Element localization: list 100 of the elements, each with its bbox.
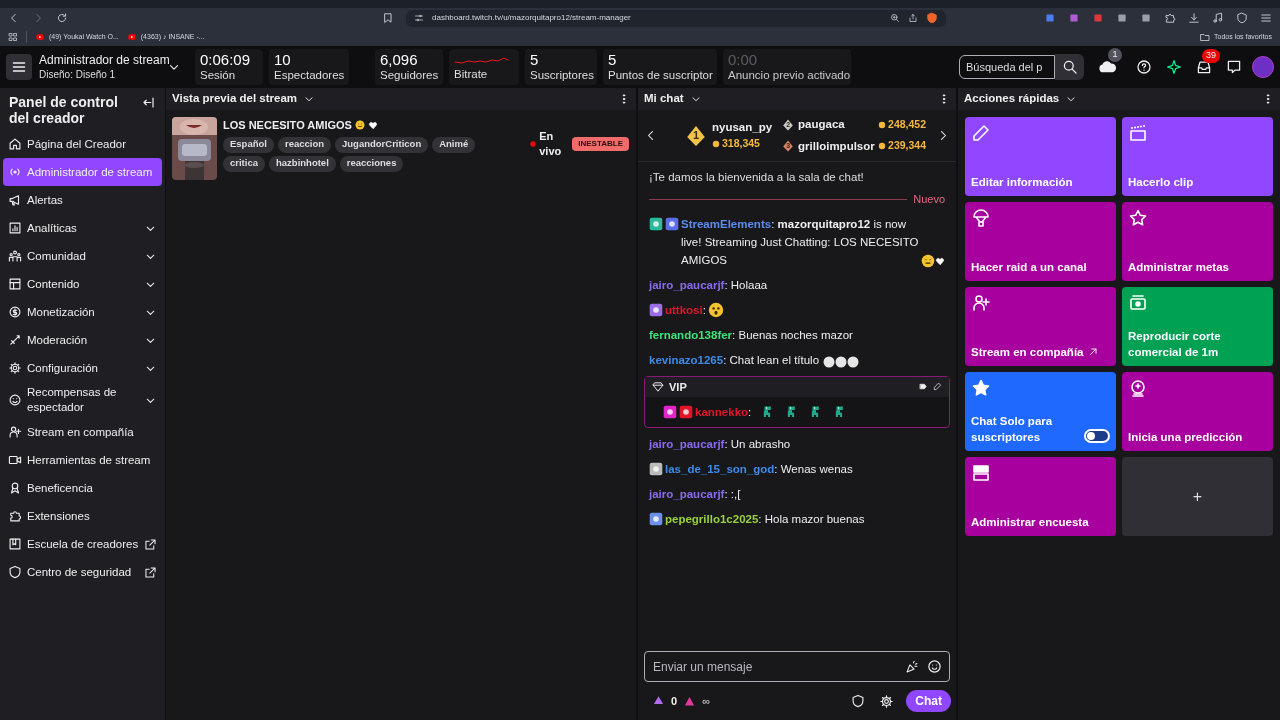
zoom-icon[interactable] xyxy=(890,13,900,23)
quick-action-tile[interactable]: Editar información xyxy=(965,117,1116,196)
bits-icon[interactable] xyxy=(683,694,697,708)
leaderboard-name[interactable]: nyusan_py xyxy=(712,119,773,137)
sidebar-title: Panel de control del creador xyxy=(9,94,119,126)
sparkle-icon[interactable] xyxy=(1166,59,1182,75)
avatar[interactable] xyxy=(1252,56,1274,78)
sidebar-item[interactable]: Contenido xyxy=(3,270,162,298)
chat-message: jairo_paucarjf: Un abrasho xyxy=(649,436,791,452)
sidebar-item[interactable]: Herramientas de stream xyxy=(3,446,162,474)
chat-message: kevinazo1265: Chat lean el título xyxy=(649,352,820,368)
apps-grid-icon[interactable] xyxy=(8,32,18,42)
tag-icon[interactable] xyxy=(919,382,928,392)
sidebar-item[interactable]: Escuela de creadores xyxy=(3,530,162,558)
heart-icon xyxy=(935,255,945,266)
live-dot-icon xyxy=(530,141,537,147)
action-icon xyxy=(1128,378,1148,398)
message-input[interactable]: Enviar un mensaje xyxy=(644,651,950,682)
stat-label: Seguidores xyxy=(380,68,438,82)
quick-action-tile[interactable]: Chat Solo para suscriptores xyxy=(965,372,1116,451)
emoji-icon xyxy=(354,120,365,131)
quick-action-tile[interactable]: Administrar encuesta xyxy=(965,457,1116,536)
leaderboard-name[interactable]: paugaca xyxy=(798,116,875,134)
quick-action-tile[interactable]: Hacerlo clip xyxy=(1122,117,1273,196)
emoji-picker-icon[interactable] xyxy=(927,659,942,674)
search-button[interactable] xyxy=(1055,54,1084,80)
inbox-icon[interactable] xyxy=(1196,59,1212,75)
sidebar-item[interactable]: Stream en compañía xyxy=(3,418,162,446)
extension-icon[interactable] xyxy=(1068,12,1080,24)
pencil-icon[interactable] xyxy=(933,382,942,392)
emote-icon xyxy=(822,355,861,368)
shield-icon[interactable] xyxy=(851,694,866,708)
bookmark-icon[interactable] xyxy=(382,12,394,24)
badge-icon xyxy=(649,461,663,476)
sidebar-item[interactable]: Configuración xyxy=(3,354,162,382)
sidebar-item-icon xyxy=(8,249,22,263)
settings-icon[interactable] xyxy=(879,693,895,709)
stat-value: 5 xyxy=(608,52,618,68)
tag[interactable]: Animé xyxy=(432,136,476,153)
sidebar-item[interactable]: Centro de seguridad xyxy=(3,558,162,586)
download-icon[interactable] xyxy=(1188,12,1200,24)
menu-button[interactable] xyxy=(6,54,32,80)
help-icon[interactable] xyxy=(1136,59,1152,75)
extension-icon[interactable] xyxy=(1092,12,1104,24)
folder-icon xyxy=(1200,32,1210,42)
rank-gem-icon xyxy=(782,139,795,154)
sidebar-item[interactable]: Analíticas xyxy=(3,214,162,242)
add-action-button[interactable]: + xyxy=(1122,457,1273,536)
reload-icon[interactable] xyxy=(56,12,68,24)
sidebar-item[interactable]: Alertas xyxy=(3,186,162,214)
menu-icon xyxy=(11,59,27,75)
emoji-icon xyxy=(707,301,724,318)
quick-action-tile[interactable]: Stream en compañía xyxy=(965,287,1116,366)
search-field[interactable]: Búsqueda del p xyxy=(959,55,1055,79)
url-text: dashboard.twitch.tv/u/mazorquitapro12/stream-manager xyxy=(432,12,632,24)
puzzle-icon[interactable] xyxy=(1164,12,1176,24)
quick-action-tile[interactable]: Inicia una predicción xyxy=(1122,372,1273,451)
tag[interactable]: reaccion xyxy=(277,136,332,153)
shield-icon[interactable] xyxy=(1236,12,1248,24)
play-icon xyxy=(126,33,137,41)
leaderboard-name[interactable]: grilloimpulsor xyxy=(798,137,875,155)
toggle-switch[interactable] xyxy=(1084,429,1110,443)
quick-action-tile[interactable]: Administrar metas xyxy=(1122,202,1273,281)
sidebar-item[interactable]: Monetización xyxy=(3,298,162,326)
music-note-icon[interactable] xyxy=(1212,12,1224,24)
sidebar-item[interactable]: Comunidad xyxy=(3,242,162,270)
action-icon xyxy=(971,208,991,228)
sidebar-item-icon xyxy=(8,193,22,207)
count-badge: 39 xyxy=(1202,49,1220,63)
extension-icon[interactable] xyxy=(1140,12,1152,24)
chat-send-button[interactable]: Chat xyxy=(906,690,951,712)
tag[interactable]: reacciones xyxy=(339,155,404,172)
search-icon xyxy=(1061,59,1078,75)
quick-action-tile[interactable]: Hacer raid a un canal xyxy=(965,202,1116,281)
tag[interactable]: critica xyxy=(223,155,265,172)
sidebar-item[interactable]: Recompensas de espectador xyxy=(3,382,162,418)
action-icon xyxy=(1128,208,1148,228)
address-bar[interactable]: dashboard.twitch.tv/u/mazorquitapro12/stream-manager xyxy=(406,9,946,27)
collapse-icon[interactable] xyxy=(141,95,156,110)
action-icon xyxy=(971,123,991,143)
sidebar-item[interactable]: Extensiones xyxy=(3,502,162,530)
sidebar-item[interactable]: Página del Creador xyxy=(3,130,162,158)
diamond-icon xyxy=(652,380,664,393)
stat-label: Bitrate xyxy=(454,67,489,81)
chat-username[interactable]: uttkosi xyxy=(665,303,703,316)
menu-icon[interactable] xyxy=(1260,12,1272,24)
tag[interactable]: JugandorCriticon xyxy=(335,136,429,153)
extension-icon[interactable] xyxy=(1044,12,1056,24)
tag[interactable]: hazbinhotel xyxy=(269,155,336,172)
party-popper-icon[interactable] xyxy=(905,659,919,674)
sidebar-item[interactable]: Moderación xyxy=(3,326,162,354)
share-icon[interactable] xyxy=(908,13,918,23)
sidebar-item-icon xyxy=(8,277,22,291)
extension-icon[interactable] xyxy=(1116,12,1128,24)
stat-value: 0:06:09 xyxy=(200,52,252,68)
sidebar-item[interactable]: Beneficencia xyxy=(3,474,162,502)
sidebar-item[interactable]: Administrador de stream xyxy=(3,158,162,186)
tag[interactable]: Español xyxy=(223,136,274,153)
stat-label: Puntos de suscriptor xyxy=(608,68,712,82)
chat-bubble-icon[interactable] xyxy=(1226,59,1242,75)
